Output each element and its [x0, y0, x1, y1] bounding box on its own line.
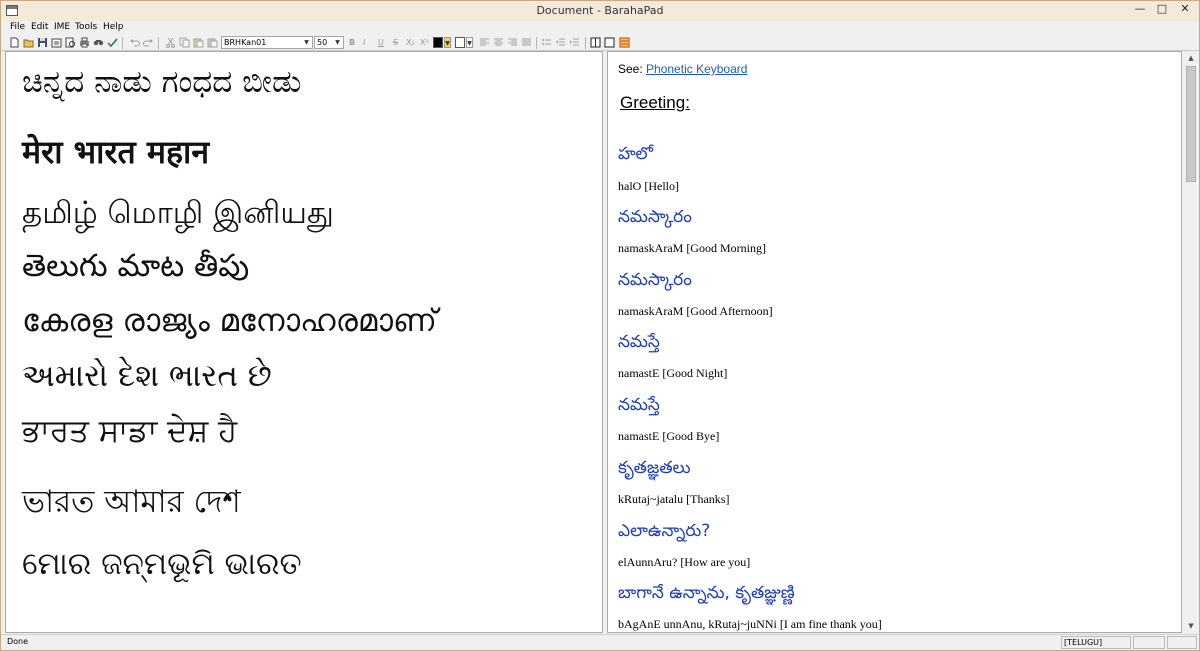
align-left-icon[interactable]: [479, 37, 490, 48]
menu-file[interactable]: File: [10, 22, 25, 32]
new-document-icon[interactable]: [9, 37, 20, 48]
editor-line-bengali: ভারত আমার দেশ: [22, 484, 241, 520]
subscript-button[interactable]: X₂: [406, 37, 415, 48]
preview-scrollbar[interactable]: ▲ ▼: [1183, 51, 1199, 633]
menu-edit[interactable]: Edit: [31, 22, 48, 32]
highlight-color-swatch[interactable]: [455, 37, 465, 48]
greeting-heading: Greeting:: [620, 93, 690, 112]
editor-line-tamil: தமிழ் மொழி இனியது: [22, 195, 334, 231]
greeting-transliteration: bAgAnE unnAnu, kRutaj~juNNi [I am fine t…: [618, 617, 882, 631]
bold-button[interactable]: B: [349, 37, 355, 48]
decrease-indent-icon[interactable]: [555, 37, 566, 48]
spellcheck-icon[interactable]: [107, 37, 118, 48]
scrollbar-thumb[interactable]: [1186, 66, 1196, 182]
menu-tools[interactable]: Tools: [75, 22, 97, 32]
greeting-telugu: నమస్కారం: [618, 270, 692, 290]
toolbar-separator: [536, 37, 537, 49]
align-right-icon[interactable]: [507, 37, 518, 48]
greeting-telugu: కృతజ్ఞతలు: [618, 458, 691, 478]
chevron-down-icon: ▼: [304, 39, 309, 46]
save-icon[interactable]: [37, 37, 48, 48]
text-color-swatch[interactable]: [433, 37, 443, 48]
scroll-down-arrow-icon[interactable]: ▼: [1183, 619, 1199, 633]
greeting-transliteration: elAunnAru? [How are you]: [618, 555, 751, 569]
chevron-down-icon: ▼: [335, 39, 340, 46]
greeting-transliteration: namastE [Good Bye]: [618, 429, 720, 443]
print-icon[interactable]: [79, 37, 90, 48]
bullets-icon[interactable]: [541, 37, 552, 48]
see-line: See: Phonetic Keyboard: [618, 62, 747, 76]
scroll-up-arrow-icon[interactable]: ▲: [1183, 51, 1199, 65]
undo-icon[interactable]: [129, 37, 140, 48]
window-title: Document - BarahaPad: [536, 4, 664, 17]
greeting-telugu: బాగానే ఉన్నాను, కృతజ్ఞుణ్ణి: [618, 583, 795, 603]
greeting-telugu: హలో: [618, 144, 654, 164]
help-panel-icon[interactable]: [619, 37, 630, 48]
help-preview-pane: See: Phonetic Keyboard Greeting: హలో hal…: [607, 51, 1182, 633]
phonetic-keyboard-link[interactable]: Phonetic Keyboard: [646, 62, 747, 76]
status-bar: Done [TELUGU]: [1, 634, 1199, 650]
increase-indent-icon[interactable]: [569, 37, 580, 48]
menu-ime[interactable]: IME: [54, 22, 70, 32]
find-icon[interactable]: [93, 37, 104, 48]
export-icon[interactable]: [51, 37, 62, 48]
toolbar-separator: [122, 37, 123, 49]
highlight-color-dropdown[interactable]: ▼: [466, 37, 473, 48]
greeting-telugu: ఎలాఉన్నారు?: [618, 521, 711, 541]
editor-pane[interactable]: ಚಿನ್ನದ ನಾಡು ಗಂಧದ ಬೀಡು मेरा भारत महान தமி…: [5, 51, 603, 633]
split-view-icon[interactable]: [590, 37, 601, 48]
editor-line-oriya: ମୋର ଜନ୍ମଭୂମି ଭାରତ: [22, 546, 302, 582]
superscript-button[interactable]: X²: [420, 37, 429, 48]
status-cell-empty: [1133, 636, 1165, 649]
status-text: Done: [7, 637, 29, 646]
greeting-transliteration: namastE [Good Night]: [618, 366, 728, 380]
font-size-value: 50: [317, 38, 328, 47]
font-name-value: BRHKan01: [224, 38, 267, 47]
toolbar-separator: [585, 37, 586, 49]
align-center-icon[interactable]: [493, 37, 504, 48]
menu-help[interactable]: Help: [103, 22, 124, 32]
editor-line-kannada: ಚಿನ್ನದ ನಾಡು ಗಂಧದ ಬೀಡು: [22, 64, 302, 100]
text-color-dropdown[interactable]: ▼: [444, 37, 451, 48]
greeting-transliteration: halO [Hello]: [618, 179, 679, 193]
editor-line-hindi: मेरा भारत महान: [22, 133, 210, 171]
toolbar-separator: [158, 37, 159, 49]
greeting-telugu: నమస్తే: [618, 332, 660, 352]
editor-line-malayalam: കേരള രാജ്യം മനോഹരമാണ്: [22, 303, 437, 339]
italic-button[interactable]: I: [363, 37, 365, 48]
copy-icon[interactable]: [179, 37, 190, 48]
paste-icon[interactable]: [193, 37, 204, 48]
greeting-transliteration: namaskAraM [Good Afternoon]: [618, 304, 773, 318]
editor-line-telugu: తెలుగు మాట తీపు: [22, 248, 250, 284]
greeting-telugu: నమస్కారం: [618, 207, 692, 227]
title-bar: Document - BarahaPad — □ ✕: [1, 1, 1199, 21]
font-name-select[interactable]: BRHKan01 ▼: [221, 36, 313, 49]
editor-line-gujarati: અમારો દેશ ભારત છે: [22, 358, 272, 394]
print-preview-icon[interactable]: [65, 37, 76, 48]
cut-icon[interactable]: [165, 37, 176, 48]
single-view-icon[interactable]: [604, 37, 615, 48]
toolbar: BRHKan01 ▼ 50 ▼ B I U S X₂ X² ▼ ▼: [1, 35, 1199, 51]
status-cell-empty: [1167, 636, 1197, 649]
greeting-telugu: నమస్తే: [618, 395, 660, 415]
strikethrough-button[interactable]: S: [393, 37, 398, 48]
editor-line-punjabi: ਭਾਰਤ ਸਾਡਾ ਦੇਸ਼ ਹੈ: [22, 413, 238, 449]
open-folder-icon[interactable]: [23, 37, 34, 48]
see-label: See:: [618, 62, 643, 76]
greeting-transliteration: kRutaj~jatalu [Thanks]: [618, 492, 730, 506]
menu-bar: File Edit IME Tools Help: [1, 21, 1199, 35]
paste-special-icon[interactable]: [207, 37, 218, 48]
close-button[interactable]: ✕: [1172, 1, 1198, 19]
underline-button[interactable]: U: [378, 37, 384, 48]
barahapad-window: Document - BarahaPad — □ ✕ File Edit IME…: [0, 0, 1200, 651]
redo-icon[interactable]: [143, 37, 154, 48]
language-indicator: [TELUGU]: [1061, 636, 1131, 649]
greeting-transliteration: namaskAraM [Good Morning]: [618, 241, 766, 255]
font-size-select[interactable]: 50 ▼: [314, 36, 344, 49]
align-justify-icon[interactable]: [521, 37, 532, 48]
